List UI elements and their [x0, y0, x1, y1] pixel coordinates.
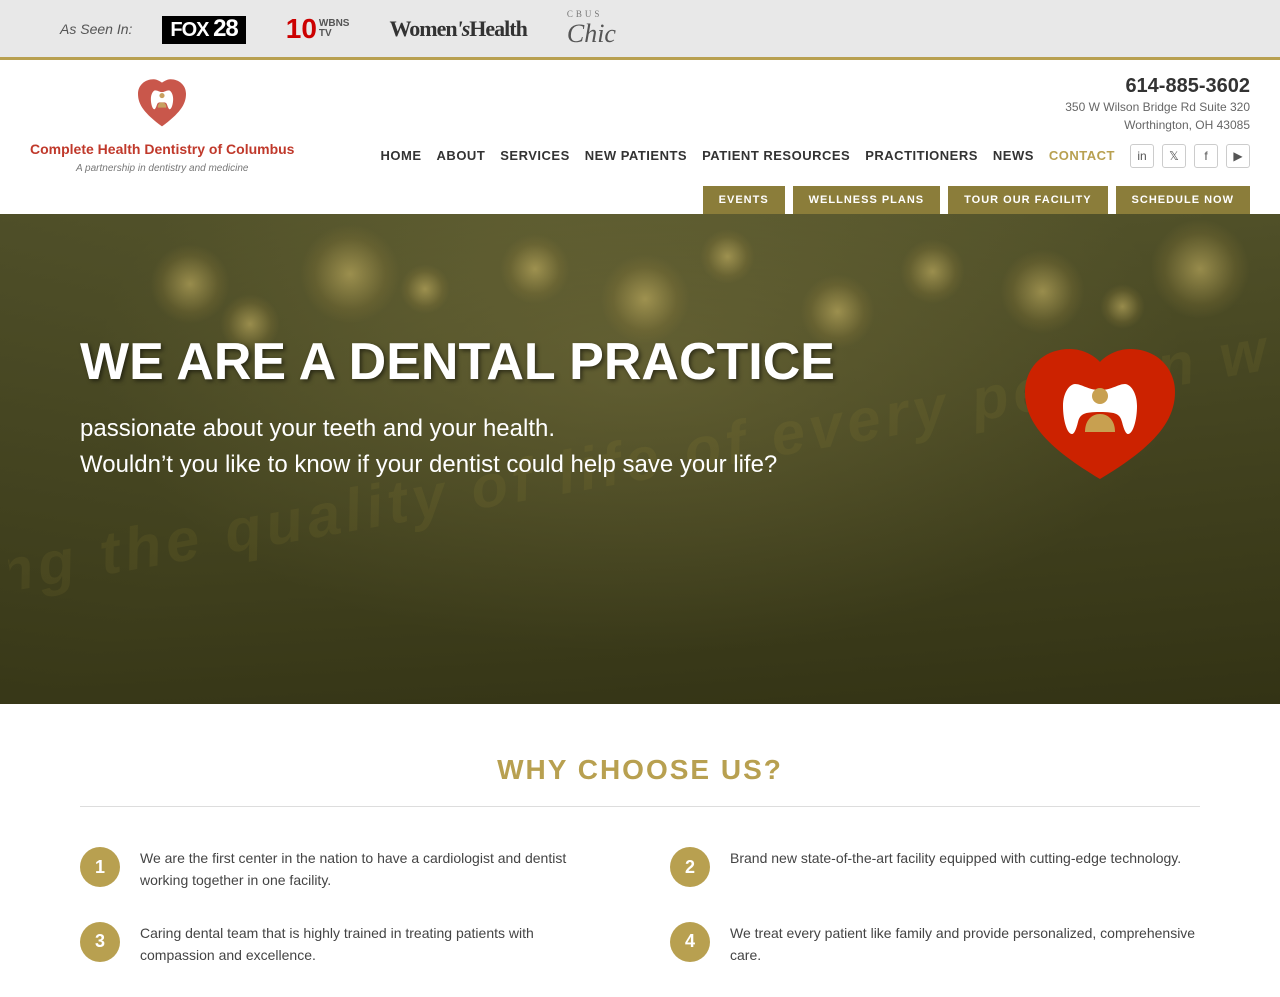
twitter-icon[interactable]: 𝕏: [1162, 144, 1186, 168]
nav-new-patients[interactable]: NEW PATIENTS: [585, 148, 687, 163]
feature-number-2: 2: [670, 847, 710, 887]
why-title: WHY CHOOSE US?: [80, 754, 1200, 786]
phone-number: 614-885-3602: [1065, 75, 1250, 98]
address: 350 W Wilson Bridge Rd Suite 320 Worthin…: [1065, 98, 1250, 134]
nav-contact[interactable]: CONTACT: [1049, 148, 1115, 163]
nav-news[interactable]: NEWS: [993, 148, 1034, 163]
logo-icon: [132, 75, 192, 135]
youtube-icon[interactable]: ▶: [1226, 144, 1250, 168]
social-icons: in 𝕏 f ▶: [1130, 144, 1250, 168]
feature-number-4: 4: [670, 922, 710, 962]
feature-number-1: 1: [80, 847, 120, 887]
as-seen-in-bar: As Seen In: FOX 28 10 WBNSTV Women'sHeal…: [0, 0, 1280, 60]
hero-content: WE ARE A DENTAL PRACTICE passionate abou…: [80, 334, 835, 483]
facebook-icon[interactable]: f: [1194, 144, 1218, 168]
fox-logo: FOX 28: [162, 15, 245, 43]
feature-text-2: Brand new state-of-the-art facility equi…: [730, 847, 1181, 869]
features-grid: 1 We are the first center in the nation …: [80, 847, 1200, 967]
hero-title: WE ARE A DENTAL PRACTICE: [80, 334, 835, 391]
feature-number-3: 3: [80, 922, 120, 962]
as-seen-in-label: As Seen In:: [60, 21, 132, 37]
section-divider: [80, 806, 1200, 807]
header: Complete Health Dentistry of Columbus A …: [0, 60, 1280, 214]
nav-patient-resources[interactable]: PATIENT RESOURCES: [702, 148, 850, 163]
nav-services[interactable]: SERVICES: [500, 148, 570, 163]
nav-area: 614-885-3602 350 W Wilson Bridge Rd Suit…: [294, 75, 1250, 214]
feature-item-1: 1 We are the first center in the nation …: [80, 847, 610, 892]
logo-subtext: A partnership in dentistry and medicine: [76, 163, 249, 174]
tour-facility-button[interactable]: TOUR OUR FACILITY: [948, 186, 1107, 214]
linkedin-icon[interactable]: in: [1130, 144, 1154, 168]
main-nav: HOME ABOUT SERVICES NEW PATIENTS PATIENT…: [381, 148, 1115, 163]
feature-text-1: We are the first center in the nation to…: [140, 847, 610, 892]
logo-area: Complete Health Dentistry of Columbus A …: [30, 75, 294, 174]
hero-logo-large: [1020, 334, 1180, 494]
events-button[interactable]: EVENTS: [703, 186, 785, 214]
hero-section: reaching the quality of life of every pe…: [0, 214, 1280, 704]
nav-practitioners[interactable]: PRACTITIONERS: [865, 148, 978, 163]
nav-home[interactable]: HOME: [381, 148, 422, 163]
media-logos: FOX 28 10 WBNSTV Women'sHealth CBUS Chic: [162, 9, 616, 49]
why-section: WHY CHOOSE US? 1 We are the first center…: [0, 704, 1280, 997]
hero-subtitle: passionate about your teeth and your hea…: [80, 411, 835, 483]
action-buttons: EVENTS WELLNESS PLANS TOUR OUR FACILITY …: [703, 186, 1250, 214]
wbns-logo: 10 WBNSTV: [286, 13, 350, 45]
womens-health-logo: Women'sHealth: [389, 16, 526, 42]
feature-item-2: 2 Brand new state-of-the-art facility eq…: [670, 847, 1200, 892]
nav-about[interactable]: ABOUT: [437, 148, 486, 163]
logo-text: Complete Health Dentistry of Columbus: [30, 140, 294, 160]
wellness-plans-button[interactable]: WELLNESS PLANS: [793, 186, 940, 214]
schedule-now-button[interactable]: SCHEDULE NOW: [1116, 186, 1250, 214]
cbus-chic-logo: CBUS Chic: [567, 9, 616, 49]
contact-info: 614-885-3602 350 W Wilson Bridge Rd Suit…: [1065, 75, 1250, 134]
